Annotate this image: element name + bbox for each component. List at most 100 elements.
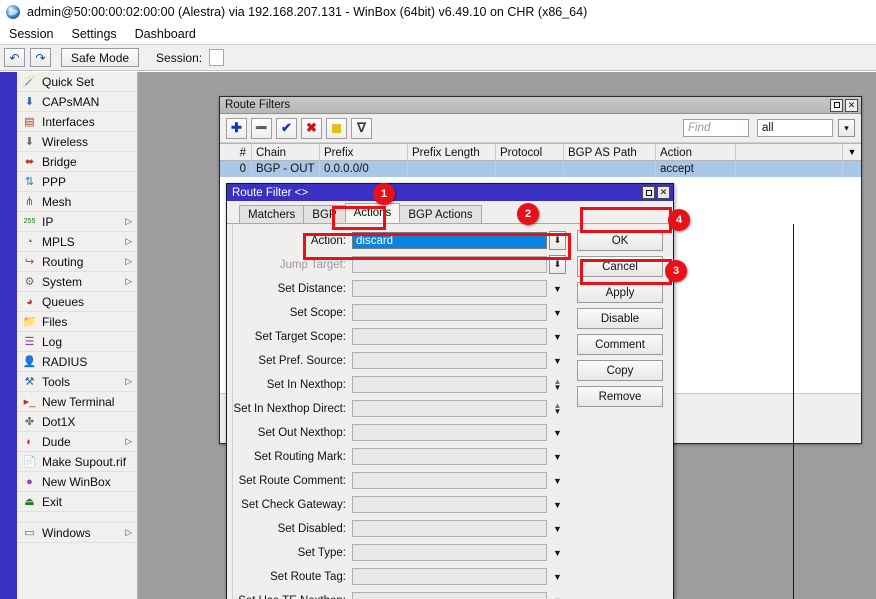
input-set-out-nexthop[interactable] bbox=[352, 424, 547, 441]
chevron-down-icon[interactable]: ⬇ bbox=[549, 255, 566, 274]
cross-icon[interactable]: ✖ bbox=[301, 118, 322, 139]
menu-settings[interactable]: Settings bbox=[69, 26, 118, 42]
chevron-down-icon[interactable]: ▼ bbox=[549, 519, 566, 538]
spinner-up-down-icon[interactable]: ▲▼ bbox=[549, 375, 566, 394]
table-row[interactable]: 0BGP - OUT0.0.0.0/0accept bbox=[220, 161, 861, 177]
chevron-down-icon[interactable]: ▼ bbox=[549, 495, 566, 514]
label-set-route-tag: Set Route Tag: bbox=[227, 571, 352, 583]
comment-button[interactable]: Comment bbox=[577, 334, 663, 355]
redo-arrow-icon[interactable]: ↷ bbox=[30, 48, 51, 67]
table-header-protocol[interactable]: Protocol bbox=[496, 144, 564, 161]
input-set-routing-mark[interactable] bbox=[352, 448, 547, 465]
input-jump-target[interactable] bbox=[352, 256, 547, 273]
chevron-down-icon[interactable]: ▼ bbox=[549, 543, 566, 562]
input-set-disabled[interactable] bbox=[352, 520, 547, 537]
close-icon[interactable]: ✕ bbox=[657, 186, 670, 199]
table-header-action[interactable]: Action bbox=[656, 144, 736, 161]
copy-button[interactable]: Copy bbox=[577, 360, 663, 381]
input-set-in-nexthop-direct[interactable] bbox=[352, 400, 547, 417]
sidebar-item-windows[interactable]: ▭Windows▷ bbox=[17, 523, 137, 543]
label-set-routing-mark: Set Routing Mark: bbox=[227, 451, 352, 463]
sidebar-item-routing[interactable]: ↪Routing▷ bbox=[17, 252, 137, 272]
chevron-down-icon[interactable]: ▼ bbox=[549, 471, 566, 490]
tab-matchers[interactable]: Matchers bbox=[239, 205, 304, 223]
ok-button[interactable]: OK bbox=[577, 230, 663, 251]
sidebar-item-new-winbox[interactable]: ●New WinBox bbox=[17, 472, 137, 492]
winbox-application: admin@50:00:00:02:00:00 (Alestra) via 19… bbox=[0, 0, 876, 599]
input-set-scope[interactable] bbox=[352, 304, 547, 321]
comment-icon[interactable]: ◼ bbox=[326, 118, 347, 139]
chevron-down-icon[interactable]: ▼ bbox=[549, 303, 566, 322]
check-icon[interactable]: ✔ bbox=[276, 118, 297, 139]
sidebar-item-capsman[interactable]: ⬇CAPsMAN bbox=[17, 92, 137, 112]
plus-icon[interactable]: ✚ bbox=[226, 118, 247, 139]
sidebar-item-make-supout-rif[interactable]: 📄Make Supout.rif bbox=[17, 452, 137, 472]
input-set-route-comment[interactable] bbox=[352, 472, 547, 489]
spinner-up-down-icon[interactable]: ▲▼ bbox=[549, 399, 566, 418]
input-set-distance[interactable] bbox=[352, 280, 547, 297]
sidebar-item-ip[interactable]: 255IP▷ bbox=[17, 212, 137, 232]
sidebar-item-mesh[interactable]: ⋔Mesh bbox=[17, 192, 137, 212]
safe-mode-button[interactable]: Safe Mode bbox=[61, 48, 139, 67]
chevron-down-icon[interactable]: ▼ bbox=[549, 567, 566, 586]
sidebar-item-mpls[interactable]: ◔MPLS▷ bbox=[17, 232, 137, 252]
table-header-bgp-as-path[interactable]: BGP AS Path bbox=[564, 144, 656, 161]
sidebar-item-interfaces[interactable]: ▤Interfaces bbox=[17, 112, 137, 132]
input-set-in-nexthop[interactable] bbox=[352, 376, 547, 393]
input-set-route-tag[interactable] bbox=[352, 568, 547, 585]
menu-dashboard[interactable]: Dashboard bbox=[133, 26, 198, 42]
filter-select-value[interactable]: all bbox=[757, 119, 833, 137]
chevron-down-icon[interactable]: ▼ bbox=[549, 351, 566, 370]
tab-bgp[interactable]: BGP bbox=[303, 205, 345, 223]
find-input[interactable]: Find bbox=[683, 119, 749, 137]
chevron-down-icon[interactable]: ▼ bbox=[549, 279, 566, 298]
sidebar-item-new-terminal[interactable]: ▸_New Terminal bbox=[17, 392, 137, 412]
remove-button[interactable]: Remove bbox=[577, 386, 663, 407]
sidebar-item-files[interactable]: 📁Files bbox=[17, 312, 137, 332]
maximize-icon[interactable] bbox=[830, 99, 843, 112]
table-header-blank[interactable] bbox=[736, 144, 843, 161]
undo-arrow-icon[interactable]: ↶ bbox=[4, 48, 25, 67]
input-set-use-te-nexthop[interactable] bbox=[352, 592, 547, 599]
sidebar-item-ppp[interactable]: ⇅PPP bbox=[17, 172, 137, 192]
sidebar-item-quick-set[interactable]: 🪄Quick Set bbox=[17, 72, 137, 92]
chevron-down-icon[interactable]: ▼ bbox=[549, 423, 566, 442]
sidebar-item-radius[interactable]: 👤RADIUS bbox=[17, 352, 137, 372]
sidebar-item-bridge[interactable]: ⬌Bridge bbox=[17, 152, 137, 172]
tab-bgp-actions[interactable]: BGP Actions bbox=[399, 205, 481, 223]
chevron-down-icon[interactable]: ▾ bbox=[838, 119, 855, 137]
sidebar-item-exit[interactable]: ⏏Exit bbox=[17, 492, 137, 512]
apply-button[interactable]: Apply bbox=[577, 282, 663, 303]
sidebar-item-tools[interactable]: ⚒Tools▷ bbox=[17, 372, 137, 392]
input-set-target-scope[interactable] bbox=[352, 328, 547, 345]
tab-actions[interactable]: Actions bbox=[345, 203, 401, 223]
table-header--[interactable]: # bbox=[220, 144, 252, 161]
minus-icon[interactable]: ➖ bbox=[251, 118, 272, 139]
sidebar-item-wireless[interactable]: ⬇Wireless bbox=[17, 132, 137, 152]
sidebar-item-queues[interactable]: ◕Queues bbox=[17, 292, 137, 312]
sidebar-item-dot1x[interactable]: ✤Dot1X bbox=[17, 412, 137, 432]
menu-session[interactable]: Session bbox=[7, 26, 55, 42]
input-set-pref-source[interactable] bbox=[352, 352, 547, 369]
table-header-chain[interactable]: Chain bbox=[252, 144, 320, 161]
funnel-icon[interactable]: ∇ bbox=[351, 118, 372, 139]
sidebar-item-log[interactable]: ☰Log bbox=[17, 332, 137, 352]
disable-button[interactable]: Disable bbox=[577, 308, 663, 329]
chevron-down-icon[interactable]: ▼ bbox=[549, 591, 566, 599]
input-action[interactable]: discard bbox=[352, 232, 547, 249]
session-input[interactable] bbox=[209, 49, 224, 66]
chevron-down-icon[interactable]: ▼ bbox=[843, 144, 861, 160]
sidebar-item-system[interactable]: ⚙System▷ bbox=[17, 272, 137, 292]
chevron-down-icon[interactable]: ⬇ bbox=[549, 231, 566, 250]
system-gear-icon: ⚙ bbox=[21, 274, 38, 289]
cancel-button[interactable]: Cancel bbox=[577, 256, 663, 277]
maximize-icon[interactable] bbox=[642, 186, 655, 199]
chevron-down-icon[interactable]: ▼ bbox=[549, 327, 566, 346]
sidebar-item-dude[interactable]: ◐Dude▷ bbox=[17, 432, 137, 452]
table-header-prefix-length[interactable]: Prefix Length bbox=[408, 144, 496, 161]
input-set-type[interactable] bbox=[352, 544, 547, 561]
table-header-prefix[interactable]: Prefix bbox=[320, 144, 408, 161]
chevron-down-icon[interactable]: ▼ bbox=[549, 447, 566, 466]
close-icon[interactable]: ✕ bbox=[845, 99, 858, 112]
input-set-check-gateway[interactable] bbox=[352, 496, 547, 513]
